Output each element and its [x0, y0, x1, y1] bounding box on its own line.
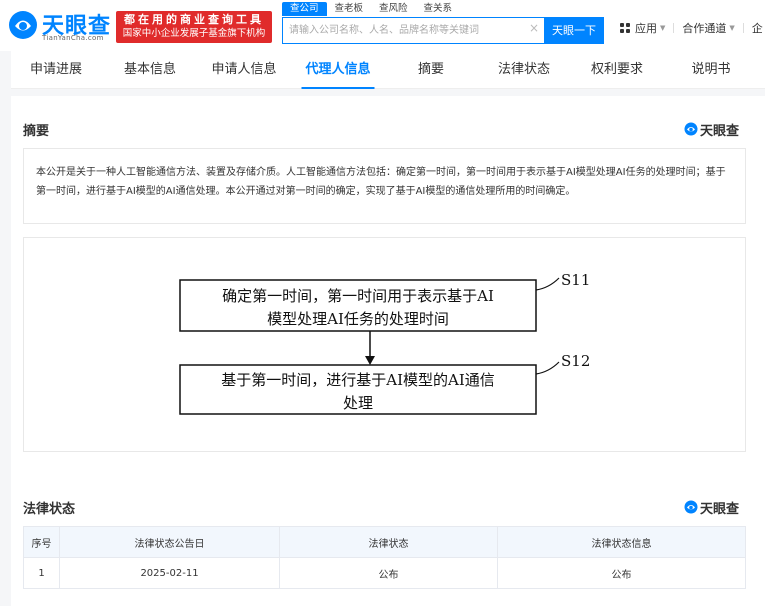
search-tab-risk[interactable]: 查风险 — [371, 2, 416, 16]
tianyancha-logo-icon — [684, 500, 698, 514]
cell-legal-status: 公布 — [279, 557, 498, 589]
col-header-announce-date: 法律状态公告日 — [59, 526, 280, 558]
tianyancha-logo-icon — [684, 122, 698, 136]
tab-basic-info[interactable]: 基本信息 — [124, 51, 176, 89]
label-1-leader — [535, 277, 560, 291]
main-content: 摘要 天眼查 本公开是关于一种人工智能通信方法、装置及存储介质。人工智能通信方法… — [11, 96, 765, 606]
col-header-legal-status-info: 法律状态信息 — [497, 526, 746, 558]
apps-grid-icon — [620, 22, 631, 34]
abstract-text: 本公开是关于一种人工智能通信方法、装置及存储介质。人工智能通信方法包括：确定第一… — [23, 148, 746, 224]
clear-icon[interactable]: × — [529, 21, 539, 35]
search-type-tabs: 查公司 查老板 查风险 查关系 — [282, 2, 460, 16]
step-label-s11: S11 — [561, 271, 590, 289]
flow-box-1-line-1: 确定第一时间，第一时间用于表示基于AI — [222, 287, 494, 305]
promo-line-1: 都在用的商业查询工具 — [124, 13, 264, 26]
promo-banner[interactable]: 都在用的商业查询工具 国家中小企业发展子基金旗下机构 — [116, 11, 272, 43]
brand-text: 天眼查 — [700, 501, 740, 517]
promo-line-2: 国家中小企业发展子基金旗下机构 — [122, 28, 266, 39]
brand-watermark: 天眼查 — [684, 120, 740, 139]
label-2-leader — [535, 361, 560, 375]
tab-description[interactable]: 说明书 — [691, 51, 730, 89]
tab-application-progress[interactable]: 申请进展 — [30, 51, 82, 89]
top-header: 天眼查 TianYanCha.com 都在用的商业查询工具 国家中小企业发展子基… — [0, 0, 765, 51]
search-tab-relation[interactable]: 查关系 — [416, 2, 461, 16]
search-input[interactable] — [289, 18, 529, 42]
cell-announce-date: 2025-02-11 — [59, 557, 280, 589]
search-box: × 天眼一下 — [282, 16, 604, 44]
chevron-down-icon: ▼ — [729, 24, 735, 32]
tab-legal-status[interactable]: 法律状态 — [498, 51, 550, 89]
search-tab-company[interactable]: 查公司 — [282, 2, 327, 16]
tab-claims[interactable]: 权利要求 — [591, 51, 643, 89]
legal-status-table: 序号 法律状态公告日 法律状态 法律状态信息 1 2025-02-11 公布 公… — [23, 526, 746, 589]
chevron-down-icon: ▼ — [660, 24, 666, 32]
apps-menu-label[interactable]: 应用 — [635, 20, 657, 36]
legal-section-title: 法律状态 — [23, 502, 76, 517]
tab-agent-info[interactable]: 代理人信息 — [301, 51, 375, 89]
tab-abstract[interactable]: 摘要 — [418, 51, 444, 89]
abstract-figure: 确定第一时间，第一时间用于表示基于AI 模型处理AI任务的处理时间 基于第一时间… — [23, 237, 746, 452]
site-logo[interactable]: 天眼查 TianYanCha.com — [8, 8, 112, 44]
col-header-legal-status: 法律状态 — [279, 526, 498, 558]
abstract-section-title: 摘要 — [23, 124, 50, 139]
divider — [673, 23, 675, 33]
flow-box-1-line-2: 模型处理AI任务的处理时间 — [267, 310, 449, 328]
enterprise-menu-label[interactable]: 企 — [752, 20, 763, 36]
logo-subtitle: TianYanCha.com — [42, 34, 104, 42]
header-right-nav: 应用 ▼ 合作通道 ▼ 企 — [620, 20, 763, 36]
table-header-row: 序号 法律状态公告日 法律状态 法律状态信息 — [23, 526, 746, 558]
cell-index: 1 — [23, 557, 60, 589]
divider — [742, 23, 744, 33]
flow-box-2-line-1: 基于第一时间，进行基于AI模型的AI通信 — [221, 371, 495, 389]
cell-legal-status-info: 公布 — [497, 557, 746, 589]
search-tab-boss[interactable]: 查老板 — [327, 2, 372, 16]
brand-watermark: 天眼查 — [684, 498, 740, 517]
flow-box-2-line-2: 处理 — [343, 394, 373, 412]
tab-applicant-info[interactable]: 申请人信息 — [211, 51, 276, 89]
section-tab-nav: 申请进展 基本信息 申请人信息 代理人信息 摘要 法律状态 权利要求 说明书 — [11, 51, 765, 89]
brand-text: 天眼查 — [700, 123, 740, 139]
table-row: 1 2025-02-11 公布 公布 — [23, 557, 746, 589]
step-label-s12: S12 — [561, 352, 590, 370]
search-button[interactable]: 天眼一下 — [544, 16, 604, 44]
cooperation-menu-label[interactable]: 合作通道 — [682, 20, 726, 36]
col-header-index: 序号 — [23, 526, 60, 558]
arrow-down-icon — [365, 356, 375, 365]
flowchart-diagram: 确定第一时间，第一时间用于表示基于AI 模型处理AI任务的处理时间 基于第一时间… — [179, 271, 590, 415]
logo-icon — [9, 11, 37, 39]
